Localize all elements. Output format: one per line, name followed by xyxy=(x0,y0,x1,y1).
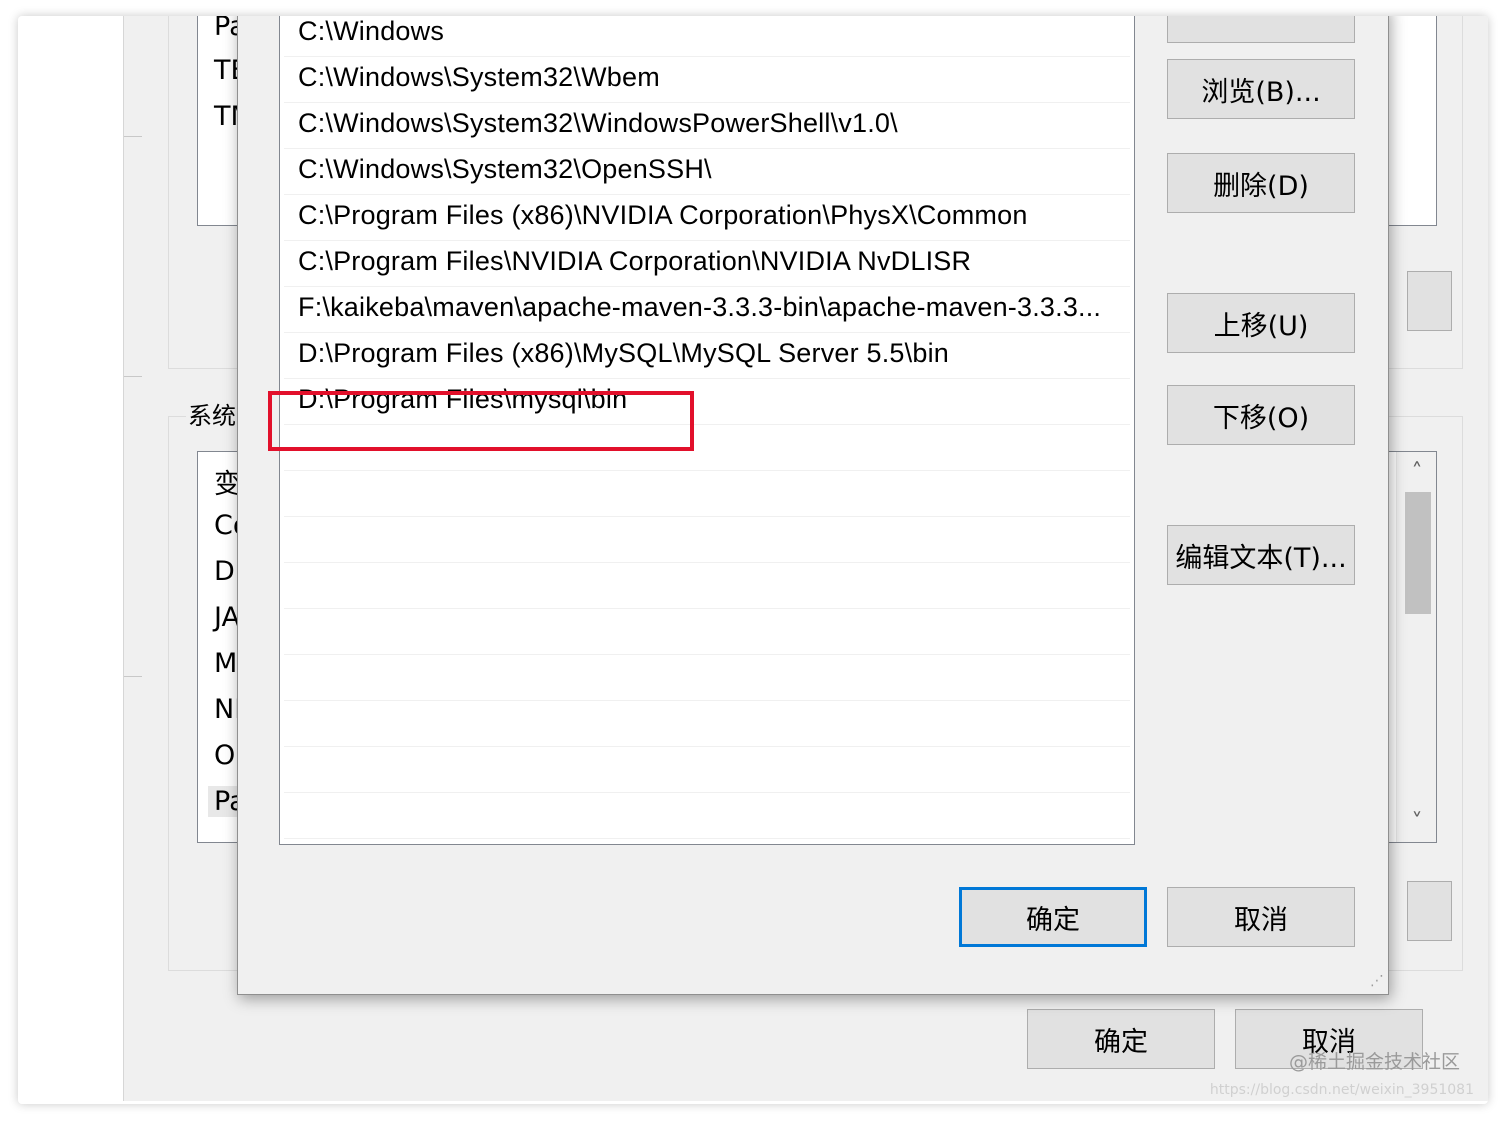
path-entry-text: D:\Program Files (x86)\MySQL\MySQL Serve… xyxy=(298,338,949,368)
path-entry[interactable]: F:\kaikeba\maven\apache-maven-3.3.3-bin\… xyxy=(284,287,1130,333)
empty-row[interactable] xyxy=(284,609,1130,655)
user-variables-button[interactable] xyxy=(1407,271,1452,331)
scroll-down-arrow-icon[interactable]: ˅ xyxy=(1397,804,1437,840)
move-up-button[interactable]: 上移(U) xyxy=(1167,293,1355,353)
watermark-url: https://blog.csdn.net/weixin_3951081 xyxy=(1209,1082,1474,1098)
scroll-up-arrow-icon[interactable]: ˄ xyxy=(1397,454,1437,490)
path-entry[interactable]: C:\Windows\System32\Wbem xyxy=(284,57,1130,103)
new-button[interactable] xyxy=(1167,16,1355,43)
system-variable-item[interactable]: O xyxy=(214,740,235,771)
cancel-button[interactable]: 取消 xyxy=(1167,887,1355,947)
path-entry[interactable]: C:\Program Files\NVIDIA Corporation\NVID… xyxy=(284,241,1130,287)
path-entry-text: F:\kaikeba\maven\apache-maven-3.3.3-bin\… xyxy=(298,292,1102,322)
empty-row[interactable] xyxy=(284,517,1130,563)
screenshot-card: Pa TE TM 系统 变 Co Dr JA M NI O Pa ˄ ˅ 确定 … xyxy=(18,16,1488,1104)
path-entry-text: C:\Windows\System32\Wbem xyxy=(298,62,660,92)
system-variables-label: 系统 xyxy=(186,396,238,431)
parent-ok-button[interactable]: 确定 xyxy=(1027,1009,1215,1069)
path-entry-text: C:\Windows\System32\OpenSSH\ xyxy=(298,154,712,184)
path-entry-text: C:\Program Files\NVIDIA Corporation\NVID… xyxy=(298,246,972,276)
empty-row[interactable] xyxy=(284,701,1130,747)
move-down-button[interactable]: 下移(O) xyxy=(1167,385,1355,445)
empty-row[interactable] xyxy=(284,655,1130,701)
path-entry[interactable]: C:\Windows\System32\WindowsPowerShell\v1… xyxy=(284,103,1130,149)
empty-row[interactable] xyxy=(284,471,1130,517)
empty-row[interactable] xyxy=(284,793,1130,839)
scroll-thumb[interactable] xyxy=(1405,492,1431,614)
empty-row[interactable] xyxy=(284,563,1130,609)
divider xyxy=(124,136,142,137)
system-variables-button[interactable] xyxy=(1407,881,1452,941)
path-entry[interactable]: C:\Windows\System32\OpenSSH\ xyxy=(284,149,1130,195)
path-entry[interactable]: C:\Windows xyxy=(284,16,1130,57)
watermark-text: @稀土掘金技术社区 xyxy=(1288,1051,1460,1073)
path-entry[interactable]: C:\Program Files (x86)\NVIDIA Corporatio… xyxy=(284,195,1130,241)
delete-button[interactable]: 删除(D) xyxy=(1167,153,1355,213)
divider xyxy=(124,676,142,677)
highlight-annotation-box xyxy=(268,391,694,451)
screenshot-stage: Pa TE TM 系统 变 Co Dr JA M NI O Pa ˄ ˅ 确定 … xyxy=(0,0,1512,1122)
edit-text-button[interactable]: 编辑文本(T)... xyxy=(1167,525,1355,585)
path-entry-text: C:\Windows\System32\WindowsPowerShell\v1… xyxy=(298,108,898,138)
system-variable-item[interactable]: M xyxy=(214,648,237,679)
divider xyxy=(124,376,142,377)
browse-button[interactable]: 浏览(B)... xyxy=(1167,59,1355,119)
edit-environment-variable-dialog: C:\Windows C:\Windows\System32\Wbem C:\W… xyxy=(237,16,1389,995)
resize-grip-icon[interactable]: ⋰ xyxy=(1366,972,1384,990)
path-entry[interactable]: D:\Program Files (x86)\MySQL\MySQL Serve… xyxy=(284,333,1130,379)
path-entry-text: C:\Windows xyxy=(298,16,445,46)
path-entry-text: C:\Program Files (x86)\NVIDIA Corporatio… xyxy=(298,200,1028,230)
system-variables-scrollbar[interactable]: ˄ ˅ xyxy=(1396,452,1436,842)
empty-row[interactable] xyxy=(284,747,1130,793)
ok-button[interactable]: 确定 xyxy=(959,887,1147,947)
